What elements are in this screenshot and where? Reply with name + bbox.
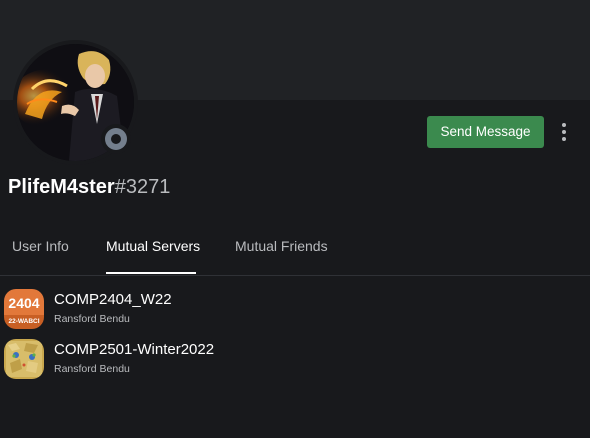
status-indicator [101, 124, 131, 154]
server-nickname: Ransford Bendu [54, 363, 130, 375]
profile-username: PlifeM4ster#3271 [8, 176, 170, 199]
tab-mutual-servers[interactable]: Mutual Servers [106, 238, 200, 254]
server-name: COMP2404_W22 [54, 291, 172, 308]
divider [0, 275, 590, 276]
server-icon [4, 339, 44, 379]
server-nickname: Ransford Bendu [54, 313, 130, 325]
more-vertical-icon[interactable] [553, 118, 575, 146]
offline-status-icon [105, 128, 127, 150]
server-icon: 2404 22-WABCI [4, 289, 44, 329]
send-message-button[interactable]: Send Message [427, 116, 544, 148]
server-name: COMP2501-Winter2022 [54, 341, 215, 358]
profile-tabs: User Info Mutual Servers Mutual Friends [0, 224, 590, 276]
list-item-server-comp2404[interactable]: 2404 22-WABCI COMP2404_W22 Ransford Bend… [0, 289, 590, 335]
discriminator: #3271 [114, 176, 171, 198]
tab-mutual-friends[interactable]: Mutual Friends [235, 238, 328, 254]
active-tab-indicator [106, 272, 196, 274]
server-icon-label: 2404 [4, 289, 44, 317]
server-icon-sublabel: 22-WABCI [4, 315, 44, 329]
list-item-server-comp2501[interactable]: COMP2501-Winter2022 Ransford Bendu [0, 339, 590, 385]
username-text: PlifeM4ster [8, 176, 115, 198]
tab-user-info[interactable]: User Info [12, 238, 69, 254]
avatar-container [13, 40, 138, 165]
